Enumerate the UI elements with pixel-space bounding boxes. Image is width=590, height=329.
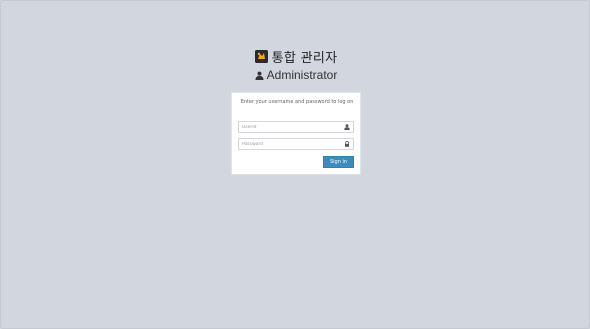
login-page: 통합 관리자 Administrator Enter your username… [0,0,590,329]
user-icon [255,71,264,80]
lock-icon [344,141,350,147]
app-header: 통합 관리자 [1,46,590,66]
app-title: 통합 관리자 [271,50,338,66]
password-input[interactable] [239,139,342,149]
username-input[interactable] [239,122,342,132]
subtitle-text: Administrator [266,68,338,82]
app-logo-icon [254,49,268,63]
app-subtitle: Administrator [1,67,590,83]
login-panel: Enter your username and password to log … [231,92,361,175]
user-icon [344,124,350,130]
password-field[interactable] [238,138,354,150]
login-message: Enter your username and password to log … [240,99,354,105]
username-field[interactable] [238,121,354,133]
sign-in-button[interactable]: Sign in [323,156,354,168]
